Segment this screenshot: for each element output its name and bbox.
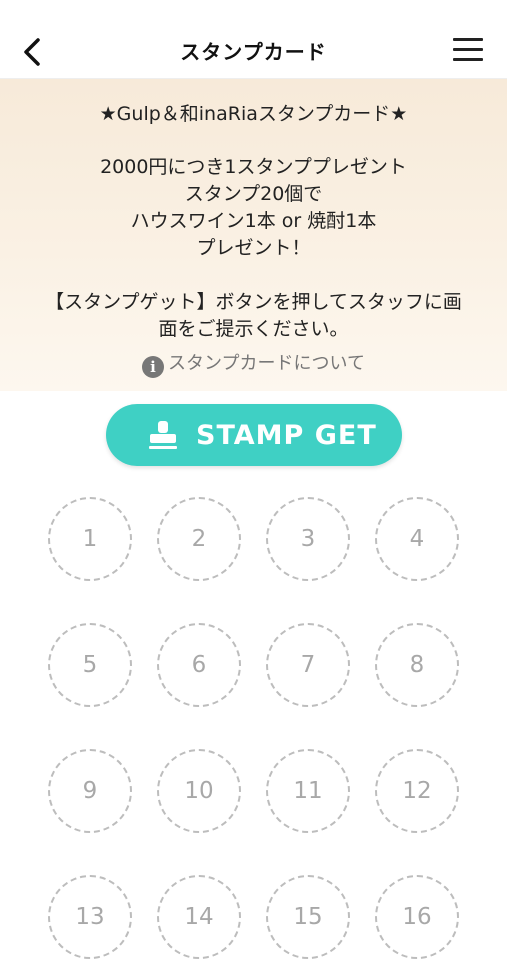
page-title: スタンプカード xyxy=(180,40,327,64)
stamp-slot: 14 xyxy=(157,875,241,959)
stamp-slot: 9 xyxy=(48,749,132,833)
stamp-icon xyxy=(149,421,177,449)
stamp-slot: 10 xyxy=(157,749,241,833)
stamp-slot: 15 xyxy=(266,875,350,959)
instruction-line-2: 面をご提示ください。 xyxy=(158,318,349,340)
stamp-slot: 1 xyxy=(48,497,132,581)
stamp-slot: 12 xyxy=(375,749,459,833)
stamp-slot: 7 xyxy=(266,623,350,707)
info-line-3: ハウスワイン1本 or 焼酎1本 xyxy=(130,210,377,232)
hamburger-menu-icon[interactable] xyxy=(453,38,483,64)
stamp-slot: 13 xyxy=(48,875,132,959)
stamp-slot: 4 xyxy=(375,497,459,581)
instruction-line-1: 【スタンプゲット】ボタンを押してスタッフに画 xyxy=(45,291,462,313)
info-line-2: スタンプ20個で xyxy=(184,183,323,205)
stamp-slot: 6 xyxy=(157,623,241,707)
stamp-card-info: ★Gulp＆和inaRiaスタンプカード★ 2000円につき1スタンププレゼント… xyxy=(0,79,507,391)
info-icon: i xyxy=(142,356,165,378)
info-line-1: 2000円につき1スタンププレゼント xyxy=(100,156,407,178)
app-header: スタンプカード xyxy=(0,0,507,79)
stamp-slot: 2 xyxy=(157,497,241,581)
stamp-get-label: STAMP GET xyxy=(196,420,377,451)
stamp-slot: 8 xyxy=(375,623,459,707)
card-title: ★Gulp＆和inaRiaスタンプカード★ xyxy=(99,103,408,125)
stamp-slot: 11 xyxy=(266,749,350,833)
about-stamp-card-link[interactable]: i スタンプカードについて xyxy=(0,349,507,378)
stamp-get-button[interactable]: STAMP GET xyxy=(106,404,402,466)
stamp-slot: 3 xyxy=(266,497,350,581)
stamp-slot: 16 xyxy=(375,875,459,959)
about-label: スタンプカードについて xyxy=(168,353,365,374)
info-line-4: プレゼント！ xyxy=(196,237,311,259)
stamp-slot: 5 xyxy=(48,623,132,707)
